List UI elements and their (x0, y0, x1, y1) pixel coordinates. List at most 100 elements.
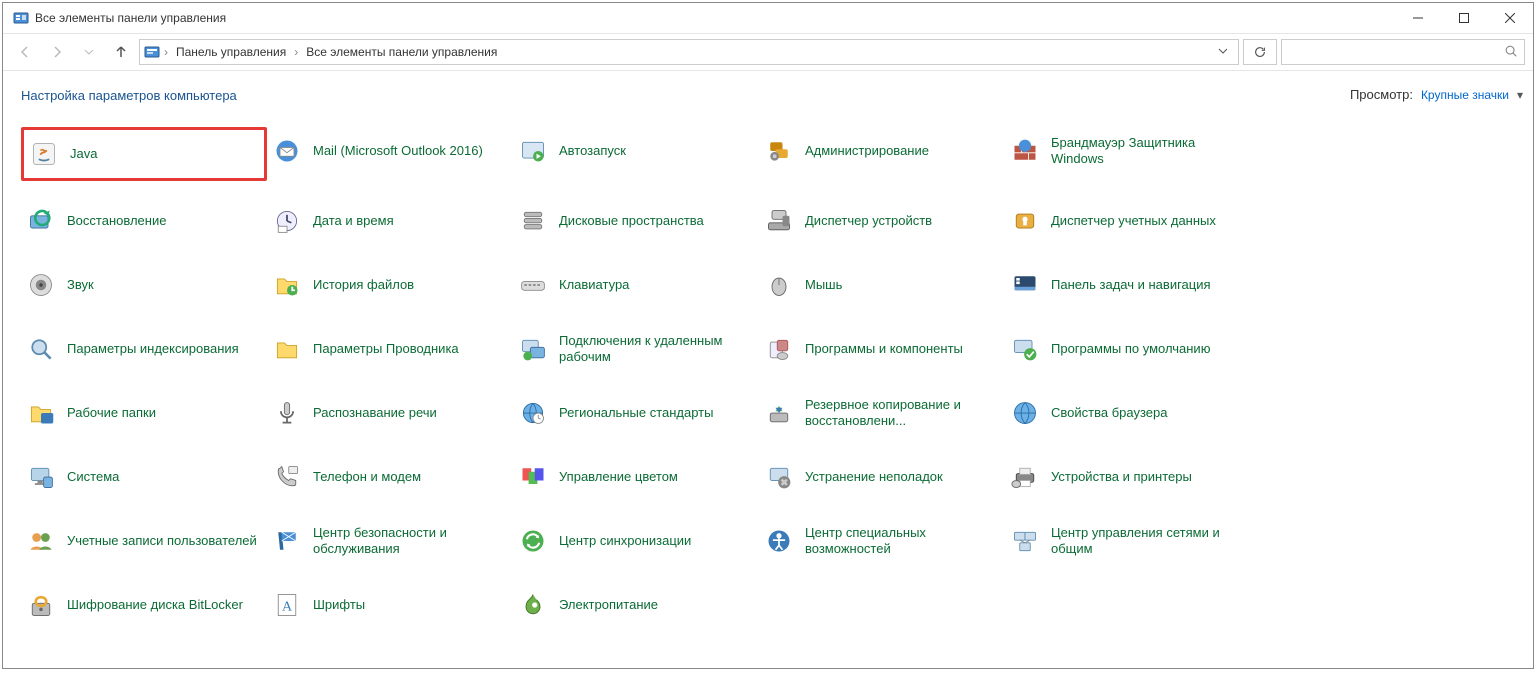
address-dropdown[interactable] (1212, 45, 1234, 59)
backup-icon (763, 397, 795, 429)
cp-item-label: Мышь (805, 277, 842, 293)
cp-item-admin[interactable]: Администрирование (759, 127, 1005, 175)
cp-item-drives[interactable]: Дисковые пространства (513, 197, 759, 245)
cp-item-security[interactable]: Центр безопасности и обслуживания (267, 517, 513, 565)
cp-item-label: Центр специальных возможностей (805, 525, 1001, 558)
chevron-down-icon: ▾ (1517, 88, 1523, 102)
cp-item-restore[interactable]: Восстановление (21, 197, 267, 245)
cp-item-mouse[interactable]: Мышь (759, 261, 1005, 309)
cp-item-fonts[interactable]: A Шрифты (267, 581, 513, 629)
nav-bar: › Панель управления › Все элементы панел… (3, 34, 1533, 71)
cp-item-label: Управление цветом (559, 469, 678, 485)
indexing-icon (25, 333, 57, 365)
cp-item-label: Параметры индексирования (67, 341, 239, 357)
cp-item-defaults[interactable]: Программы по умолчанию (1005, 325, 1251, 373)
cp-item-system[interactable]: Система (21, 453, 267, 501)
search-input[interactable] (1288, 44, 1504, 60)
cp-item-label: Электропитание (559, 597, 658, 613)
cp-item-indexing[interactable]: Параметры индексирования (21, 325, 267, 373)
cp-item-network[interactable]: Центр управления сетями и общим (1005, 517, 1251, 565)
cp-item-autorun[interactable]: Автозапуск (513, 127, 759, 175)
cp-item-label: Рабочие папки (67, 405, 156, 421)
cp-item-devmgr[interactable]: Диспетчер устройств (759, 197, 1005, 245)
cp-item-label: Резервное копирование и восстановлени... (805, 397, 1001, 430)
fonts-icon: A (271, 589, 303, 621)
address-bar[interactable]: › Панель управления › Все элементы панел… (139, 39, 1239, 65)
forward-button[interactable] (43, 38, 71, 66)
close-button[interactable] (1487, 3, 1533, 33)
cp-item-label: Распознавание речи (313, 405, 437, 421)
minimize-button[interactable] (1395, 3, 1441, 33)
cp-item-taskbar[interactable]: Панель задач и навигация (1005, 261, 1251, 309)
cp-item-label: Параметры Проводника (313, 341, 459, 357)
cp-item-label: Диспетчер устройств (805, 213, 932, 229)
refresh-button[interactable] (1243, 39, 1277, 65)
drives-icon (517, 205, 549, 237)
cp-item-clock[interactable]: Дата и время (267, 197, 513, 245)
workfolders-icon (25, 397, 57, 429)
cp-item-label: Шрифты (313, 597, 365, 613)
cp-item-region[interactable]: Региональные стандарты (513, 389, 759, 437)
cp-item-access[interactable]: Центр специальных возможностей (759, 517, 1005, 565)
cp-item-color[interactable]: Управление цветом (513, 453, 759, 501)
mouse-icon (763, 269, 795, 301)
cp-item-sync[interactable]: Центр синхронизации (513, 517, 759, 565)
view-label: Просмотр: (1350, 87, 1413, 103)
cp-item-sound[interactable]: Звук (21, 261, 267, 309)
breadcrumb-current[interactable]: Все элементы панели управления (302, 45, 501, 59)
clock-icon (271, 205, 303, 237)
security-icon (271, 525, 303, 557)
window-title: Все элементы панели управления (35, 11, 226, 25)
defaults-icon (1009, 333, 1041, 365)
cp-item-label: Программы по умолчанию (1051, 341, 1210, 357)
cp-item-printers[interactable]: Устройства и принтеры (1005, 453, 1251, 501)
search-box[interactable] (1281, 39, 1525, 65)
breadcrumb-root[interactable]: Панель управления (172, 45, 290, 59)
cp-item-phone[interactable]: Телефон и модем (267, 453, 513, 501)
network-icon (1009, 525, 1041, 557)
cp-item-browser[interactable]: Свойства браузера (1005, 389, 1251, 437)
cp-item-firewall[interactable]: Брандмауэр Защитника Windows (1005, 127, 1251, 175)
sync-icon (517, 525, 549, 557)
chevron-right-icon: › (164, 45, 168, 59)
restore-icon (25, 205, 57, 237)
cp-item-creds[interactable]: Диспетчер учетных данных (1005, 197, 1251, 245)
taskbar-icon (1009, 269, 1041, 301)
view-selected: Крупные значки (1421, 88, 1509, 102)
maximize-button[interactable] (1441, 3, 1487, 33)
cp-item-programs[interactable]: Программы и компоненты (759, 325, 1005, 373)
cp-item-folder[interactable]: Параметры Проводника (267, 325, 513, 373)
folder-icon (271, 333, 303, 365)
users-icon (25, 525, 57, 557)
cp-item-users[interactable]: Учетные записи пользователей (21, 517, 267, 565)
browser-icon (1009, 397, 1041, 429)
cp-item-mail[interactable]: Mail (Microsoft Outlook 2016) (267, 127, 513, 175)
mail-icon (271, 135, 303, 167)
cp-item-power[interactable]: Электропитание (513, 581, 759, 629)
cp-item-label: Дисковые пространства (559, 213, 704, 229)
cp-item-trouble[interactable]: Устранение неполадок (759, 453, 1005, 501)
cp-item-label: Дата и время (313, 213, 394, 229)
cp-item-label: Звук (67, 277, 94, 293)
cp-item-remote[interactable]: Подключения к удаленным рабочим (513, 325, 759, 373)
cp-item-label: Программы и компоненты (805, 341, 963, 357)
cp-item-filehist[interactable]: История файлов (267, 261, 513, 309)
cp-item-workfolders[interactable]: Рабочие папки (21, 389, 267, 437)
cp-item-label: Устройства и принтеры (1051, 469, 1192, 485)
cp-item-bitlocker[interactable]: Шифрование диска BitLocker (21, 581, 267, 629)
devmgr-icon (763, 205, 795, 237)
cp-item-label: Администрирование (805, 143, 929, 159)
search-icon (1504, 44, 1518, 61)
view-selector[interactable]: Просмотр: Крупные значки ▾ (1350, 87, 1523, 103)
history-dropdown[interactable] (75, 38, 103, 66)
cp-item-java[interactable]: Java (21, 127, 267, 181)
cp-item-label: Центр управления сетями и общим (1051, 525, 1247, 558)
back-button[interactable] (11, 38, 39, 66)
cp-item-label: Автозапуск (559, 143, 626, 159)
programs-icon (763, 333, 795, 365)
cp-item-backup[interactable]: Резервное копирование и восстановлени... (759, 389, 1005, 437)
cp-item-keyboard[interactable]: Клавиатура (513, 261, 759, 309)
cp-item-label: Учетные записи пользователей (67, 533, 257, 549)
cp-item-speech[interactable]: Распознавание речи (267, 389, 513, 437)
up-button[interactable] (107, 38, 135, 66)
